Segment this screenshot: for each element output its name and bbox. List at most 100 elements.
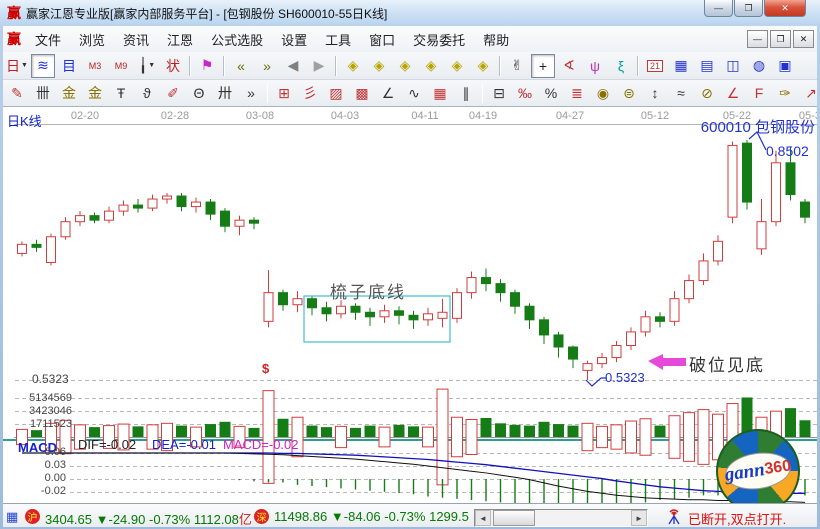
info-panel-button[interactable]: 目: [57, 54, 81, 78]
kline-period-button[interactable]: 日▼: [5, 54, 29, 78]
save-button[interactable]: ◫: [721, 54, 745, 78]
minor-chart-9-button[interactable]: M9: [109, 54, 133, 78]
menu-item-7[interactable]: 窗口: [360, 31, 404, 50]
mdi-close-button[interactable]: ✕: [793, 30, 814, 48]
menu-item-4[interactable]: 公式选股: [202, 31, 272, 50]
scroll-left-icon[interactable]: ◄: [475, 510, 491, 526]
brush-tool[interactable]: ✎: [5, 81, 29, 105]
parallel-lines-tool[interactable]: ∥: [454, 81, 478, 105]
mdi-minimize-button[interactable]: —: [747, 30, 768, 48]
date-tick-04-19: 04-19: [469, 110, 497, 122]
menu-item-3[interactable]: 江恩: [158, 31, 202, 50]
main-toolbar: 日▼≋目M3M9╽▼状⚑«»◀▶◈◈◈◈◈◈✌+∢ψξ21▦▤◫◍▣: [0, 52, 820, 80]
nav-first-button[interactable]: «: [229, 54, 253, 78]
f-band-icon: Ŧ: [117, 85, 126, 101]
brush-icon: ✎: [11, 85, 23, 102]
gold-grid2-tool[interactable]: 金: [83, 81, 107, 105]
percent-zone-tool[interactable]: ‰: [513, 81, 537, 105]
pen-line-icon: ✑: [779, 85, 791, 102]
gold-needle-tool[interactable]: ⊘: [695, 81, 719, 105]
crosshair-tool-button[interactable]: +: [531, 54, 555, 78]
color-histogram-icon: ⚑: [201, 57, 214, 74]
pen-line-tool[interactable]: ✑: [773, 81, 797, 105]
chart-area[interactable]: 日K线 02-2002-2803-0804-0304-1104-1904-270…: [0, 107, 820, 503]
minimize-button[interactable]: —: [704, 0, 733, 17]
gann-diamond-horizontal-button[interactable]: ◈: [445, 54, 469, 78]
gann-diamond-left-button[interactable]: ◈: [341, 54, 365, 78]
calendar-button[interactable]: 21: [643, 54, 667, 78]
quote-table-icon[interactable]: ▦: [6, 509, 18, 525]
gold-grid-tool[interactable]: 金: [57, 81, 81, 105]
percent-tool[interactable]: %: [539, 81, 563, 105]
ray-fan-tool[interactable]: 彡: [298, 81, 322, 105]
window-border-left: [0, 26, 3, 529]
scrollbar-thumb[interactable]: [493, 510, 535, 526]
maximize-button[interactable]: ❐: [734, 0, 763, 17]
menu-item-5[interactable]: 设置: [272, 31, 316, 50]
gann-diamond-cross-button[interactable]: ◈: [393, 54, 417, 78]
comb-grid-tool[interactable]: 卌: [31, 81, 55, 105]
menu-item-8[interactable]: 交易委托: [404, 31, 474, 50]
close-button[interactable]: ✕: [764, 0, 806, 17]
percent-line-tool[interactable]: ≣: [565, 81, 589, 105]
menu-item-2[interactable]: 资讯: [114, 31, 158, 50]
gann-diamond-center-button[interactable]: ◈: [419, 54, 443, 78]
trend-angle-tool[interactable]: ∠: [376, 81, 400, 105]
price-count-tool[interactable]: ⊟: [487, 81, 511, 105]
date-tick-04-03: 04-03: [331, 110, 359, 122]
menu-app-icon: 赢: [7, 29, 21, 49]
dense-grid-tool[interactable]: 卅: [213, 81, 237, 105]
minor-chart-3-button[interactable]: M3: [83, 54, 107, 78]
j-angle-tool[interactable]: ∠: [721, 81, 745, 105]
scroll-right-icon[interactable]: ►: [631, 510, 647, 526]
nav-next-button[interactable]: ▶: [307, 54, 331, 78]
cycle-tool-button[interactable]: ξ: [609, 54, 633, 78]
f-band-tool[interactable]: Ŧ: [109, 81, 133, 105]
band-wave-icon: ≈: [677, 85, 685, 101]
shade-box-tool[interactable]: ▩: [350, 81, 374, 105]
more-tools[interactable]: »: [239, 81, 263, 105]
menu-item-6[interactable]: 工具: [316, 31, 360, 50]
percent-icon: %: [545, 85, 557, 101]
date-tick-04-11: 04-11: [411, 110, 438, 122]
web-data-button[interactable]: ◍: [747, 54, 771, 78]
calculator-button[interactable]: ▦: [669, 54, 693, 78]
mdi-restore-button[interactable]: ❐: [770, 30, 791, 48]
candle-style-button[interactable]: ╽▼: [135, 54, 159, 78]
date-tick-02-28: 02-28: [161, 110, 189, 122]
gann-view-button[interactable]: 状: [161, 54, 185, 78]
fine-grid-tool[interactable]: ▦: [428, 81, 452, 105]
nav-last-button[interactable]: »: [255, 54, 279, 78]
order-entry-button[interactable]: ▣: [773, 54, 797, 78]
menu-item-1[interactable]: 浏览: [70, 31, 114, 50]
volume-needle-tool[interactable]: ↕: [643, 81, 667, 105]
maximize-icon: ❐: [744, 3, 752, 14]
connection-status[interactable]: 已断开,双点打开.: [688, 509, 786, 528]
axis-frame-tool[interactable]: ⊞: [272, 81, 296, 105]
spiral-tool[interactable]: ϑ: [135, 81, 159, 105]
axis-frame-icon: ⊞: [278, 85, 290, 102]
f-angle-tool[interactable]: F: [747, 81, 771, 105]
angle-measure-button[interactable]: ∢: [557, 54, 581, 78]
gold-section-tool[interactable]: ⊜: [617, 81, 641, 105]
ex-dividend-marker: $: [262, 361, 269, 376]
time-circle-tool[interactable]: Θ: [187, 81, 211, 105]
color-histogram-button[interactable]: ⚑: [195, 54, 219, 78]
nav-prev-button[interactable]: ◀: [281, 54, 305, 78]
gann-diamond-right-button[interactable]: ◈: [367, 54, 391, 78]
hand-tool-button[interactable]: ✌: [505, 54, 529, 78]
band-wave-tool[interactable]: ≈: [669, 81, 693, 105]
horizontal-scrollbar[interactable]: ◄ ►: [474, 509, 648, 527]
box-fan-tool[interactable]: ▨: [324, 81, 348, 105]
report-button[interactable]: ▤: [695, 54, 719, 78]
gold-circle-tool[interactable]: ◉: [591, 81, 615, 105]
gold-circle-icon: ◉: [597, 85, 609, 102]
gann-tool-button[interactable]: ψ: [583, 54, 607, 78]
angle-brush-tool[interactable]: ✐: [161, 81, 185, 105]
main-trend-button[interactable]: ≋: [31, 54, 55, 78]
gann-diamond-vertical-button[interactable]: ◈: [471, 54, 495, 78]
report-icon: ▤: [700, 57, 713, 74]
menu-item-0[interactable]: 文件: [26, 31, 70, 50]
menu-item-9[interactable]: 帮助: [474, 31, 518, 50]
zigzag-tool[interactable]: ∿: [402, 81, 426, 105]
